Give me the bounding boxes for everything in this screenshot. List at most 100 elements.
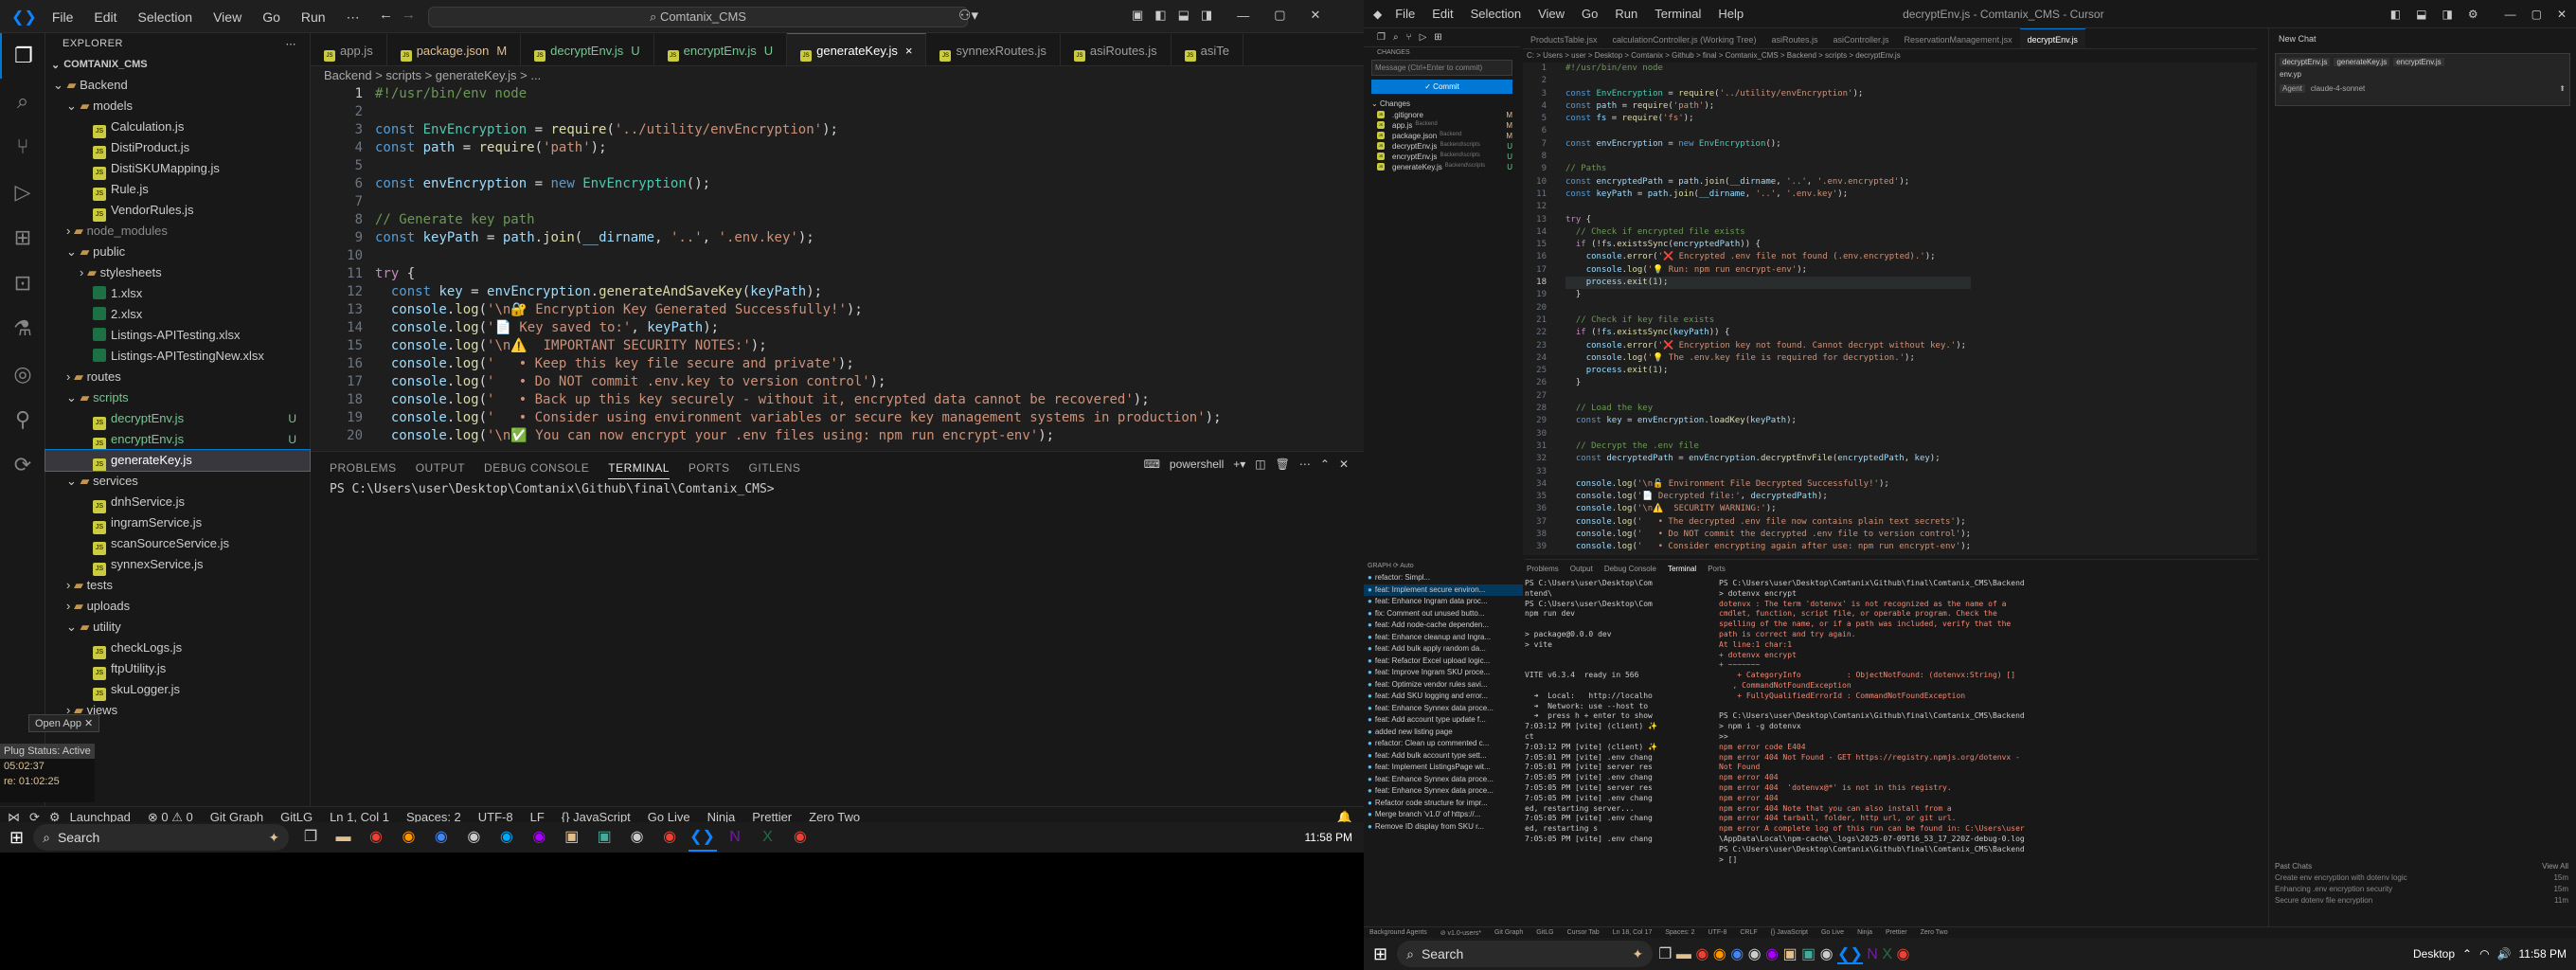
close-icon[interactable]: ✕	[1310, 8, 1320, 23]
tree-item[interactable]: JS VendorRules.js	[45, 200, 310, 222]
editor-tab[interactable]: asiController.js	[1825, 29, 1896, 48]
context-chip[interactable]: encryptEnv.js	[2393, 58, 2444, 66]
status-item[interactable]: GitLG	[1536, 929, 1553, 936]
past-chat-item[interactable]: Secure dotenv file encryption 11m	[2275, 896, 2568, 905]
menu-item-view[interactable]: View	[1538, 7, 1565, 21]
status-item[interactable]: Background Agents	[1369, 929, 1427, 936]
new-terminal-icon[interactable]: +▾	[1233, 458, 1245, 471]
changed-file[interactable]: JS generateKey.js Backend\scripts U	[1364, 162, 1520, 172]
source-control-icon[interactable]: ⑂	[1406, 32, 1412, 43]
app-icon[interactable]: ▣	[1782, 946, 1797, 962]
status-item[interactable]: Spaces: 2	[1665, 929, 1694, 936]
app-icon[interactable]: ◉	[492, 823, 521, 852]
toggle-sidebar-icon[interactable]: ◧	[2390, 8, 2401, 21]
app-icon[interactable]: ▣	[1801, 946, 1816, 962]
tree-item[interactable]: › ▰ stylesheets	[45, 262, 310, 283]
chrome-icon[interactable]: ◉	[786, 823, 814, 852]
menu-item-file[interactable]: File	[52, 9, 74, 25]
chat-input-box[interactable]: decryptEnv.js generateKey.js encryptEnv.js…	[2275, 53, 2570, 106]
extensions-icon[interactable]: ⊞	[0, 215, 45, 260]
tree-item[interactable]: ⌄ ▰ scripts	[45, 387, 310, 408]
tree-item[interactable]: › ▰ tests	[45, 575, 310, 596]
timeline-icon[interactable]: ⟳	[0, 442, 45, 488]
changed-file[interactable]: JS app.js Backend M	[1364, 120, 1520, 131]
panel-tab-output[interactable]: OUTPUT	[416, 461, 465, 478]
menu-item-view[interactable]: View	[213, 9, 242, 25]
search-icon[interactable]: ⌕	[0, 79, 45, 124]
task-view-icon[interactable]: ❐	[296, 823, 325, 852]
code-content[interactable]: #!/usr/bin/env node const EnvEncryption …	[375, 85, 1222, 445]
taskbar-search[interactable]: ⌕ Search ✦	[1397, 941, 1654, 967]
status-item[interactable]: Ln 18, Col 17	[1613, 929, 1653, 936]
terminal-right[interactable]: PS C:\Users\user\Desktop\Comtanix\Github…	[1719, 579, 2192, 865]
files-icon[interactable]: ❐	[1377, 32, 1386, 43]
model-select[interactable]: claude-4-sonnet	[2311, 84, 2365, 93]
commit-message-input[interactable]: Message (Ctrl+Enter to commit)	[1371, 60, 1512, 76]
commit-row[interactable]: ● feat: Implement ListingsPage wit...	[1364, 762, 1523, 774]
chat-input[interactable]: env.yp	[2280, 70, 2566, 79]
commit-row[interactable]: ● feat: Enhance cleanup and Ingra...	[1364, 632, 1523, 644]
project-root[interactable]: ⌄ COMTANIX_CMS	[45, 54, 310, 75]
windows-start-icon[interactable]: ⊞	[1373, 944, 1387, 964]
tree-item[interactable]: › ▰ uploads	[45, 596, 310, 617]
commit-row[interactable]: ● fix: Comment out unused butto...	[1364, 608, 1523, 620]
commit-row[interactable]: ● added new listing page	[1364, 727, 1523, 739]
editor-tab[interactable]: JS asiRoutes.js	[1061, 34, 1172, 65]
tree-item[interactable]: JS scanSourceService.js	[45, 533, 310, 555]
tree-item[interactable]: ⌄ ▰ services	[45, 471, 310, 492]
tree-item[interactable]: JS ingramService.js	[45, 512, 310, 534]
commit-row[interactable]: ● refactor: Clean up commented c...	[1364, 738, 1523, 750]
tree-item[interactable]: ⌄ ▰ public	[45, 242, 310, 262]
testing-icon[interactable]: ⚗	[0, 306, 45, 351]
file-explorer-icon[interactable]: ▬	[1676, 946, 1691, 962]
menu-item-go[interactable]: Go	[262, 9, 280, 25]
changed-file[interactable]: JS decryptEnv.js Backend\scripts U	[1364, 141, 1520, 152]
menu-item-help[interactable]: Help	[1718, 7, 1744, 21]
editor-tab[interactable]: JS synnexRoutes.js	[926, 34, 1061, 65]
run-debug-icon[interactable]: ▷	[0, 170, 45, 215]
tree-item[interactable]: › ▰ routes	[45, 367, 310, 387]
tree-item[interactable]: JS DistiProduct.js	[45, 137, 310, 159]
taskbar-search[interactable]: ⌕ Search ✦	[33, 824, 290, 851]
panel-tab-ports[interactable]: Ports	[1708, 565, 1726, 573]
python-icon[interactable]: ⚲	[0, 397, 45, 442]
windows-start-icon[interactable]: ⊞	[9, 828, 24, 848]
copilot-icon[interactable]: ⚇▾	[958, 7, 978, 24]
tree-item[interactable]: 1.xlsx	[45, 283, 310, 304]
more-icon[interactable]: ⋯	[347, 9, 360, 26]
forward-arrow-icon[interactable]: →	[402, 7, 416, 23]
code-content[interactable]: #!/usr/bin/env node const EnvEncryption …	[1565, 63, 1972, 554]
commit-row[interactable]: ● feat: Implement secure environ...	[1364, 584, 1523, 596]
chevron-up-icon[interactable]: ⌃	[1320, 458, 1330, 471]
editor-tab[interactable]: ProductsTable.jsx	[1523, 29, 1605, 48]
wifi-icon[interactable]: ◠	[2479, 947, 2489, 961]
trash-icon[interactable]: 🗑	[1276, 458, 1290, 471]
clock[interactable]: 11:58 PM	[2519, 947, 2567, 961]
commit-row[interactable]: ● Refactor code structure for impr...	[1364, 798, 1523, 810]
minimize-icon[interactable]: —	[2505, 8, 2516, 21]
split-terminal-icon[interactable]: ◫	[1255, 458, 1265, 471]
panel-tab-problems[interactable]: PROBLEMS	[330, 461, 397, 478]
changed-file[interactable]: JS .gitignore M	[1364, 110, 1520, 120]
editor-tab[interactable]: asiRoutes.js	[1763, 29, 1825, 48]
maximize-icon[interactable]: ▢	[2531, 8, 2542, 21]
layout-icon[interactable]: ▣	[1132, 8, 1143, 23]
maximize-icon[interactable]: ▢	[1274, 8, 1285, 23]
editor-tab[interactable]: ReservationManagement.jsx	[1897, 29, 2020, 48]
menu-item-terminal[interactable]: Terminal	[1655, 7, 1701, 21]
past-chat-item[interactable]: Create env encryption with dotenv logic 1…	[2275, 873, 2568, 882]
tree-item[interactable]: Listings-APITestingNew.xlsx	[45, 346, 310, 367]
desktop-label[interactable]: Desktop	[2413, 947, 2455, 961]
menu-item-run[interactable]: Run	[1615, 7, 1637, 21]
onenote-icon[interactable]: N	[721, 823, 749, 852]
editor-tab[interactable]: JS package.json M	[387, 34, 522, 65]
command-center-search[interactable]: ⌕ Comtanix_CMS	[428, 7, 968, 27]
app-icon[interactable]: ◉	[623, 823, 652, 852]
commit-row[interactable]: ● feat: Enhance Synnex data proce...	[1364, 785, 1523, 798]
firefox-icon[interactable]: ◉	[1713, 946, 1726, 962]
toggle-secondary-icon[interactable]: ◨	[2442, 8, 2452, 21]
status-item[interactable]: Cursor Tab	[1567, 929, 1600, 936]
terminal-name[interactable]: powershell	[1170, 458, 1224, 471]
commit-row[interactable]: ● feat: Enhance Synnex data proce...	[1364, 703, 1523, 715]
status-item[interactable]: Go Live	[1821, 929, 1844, 936]
